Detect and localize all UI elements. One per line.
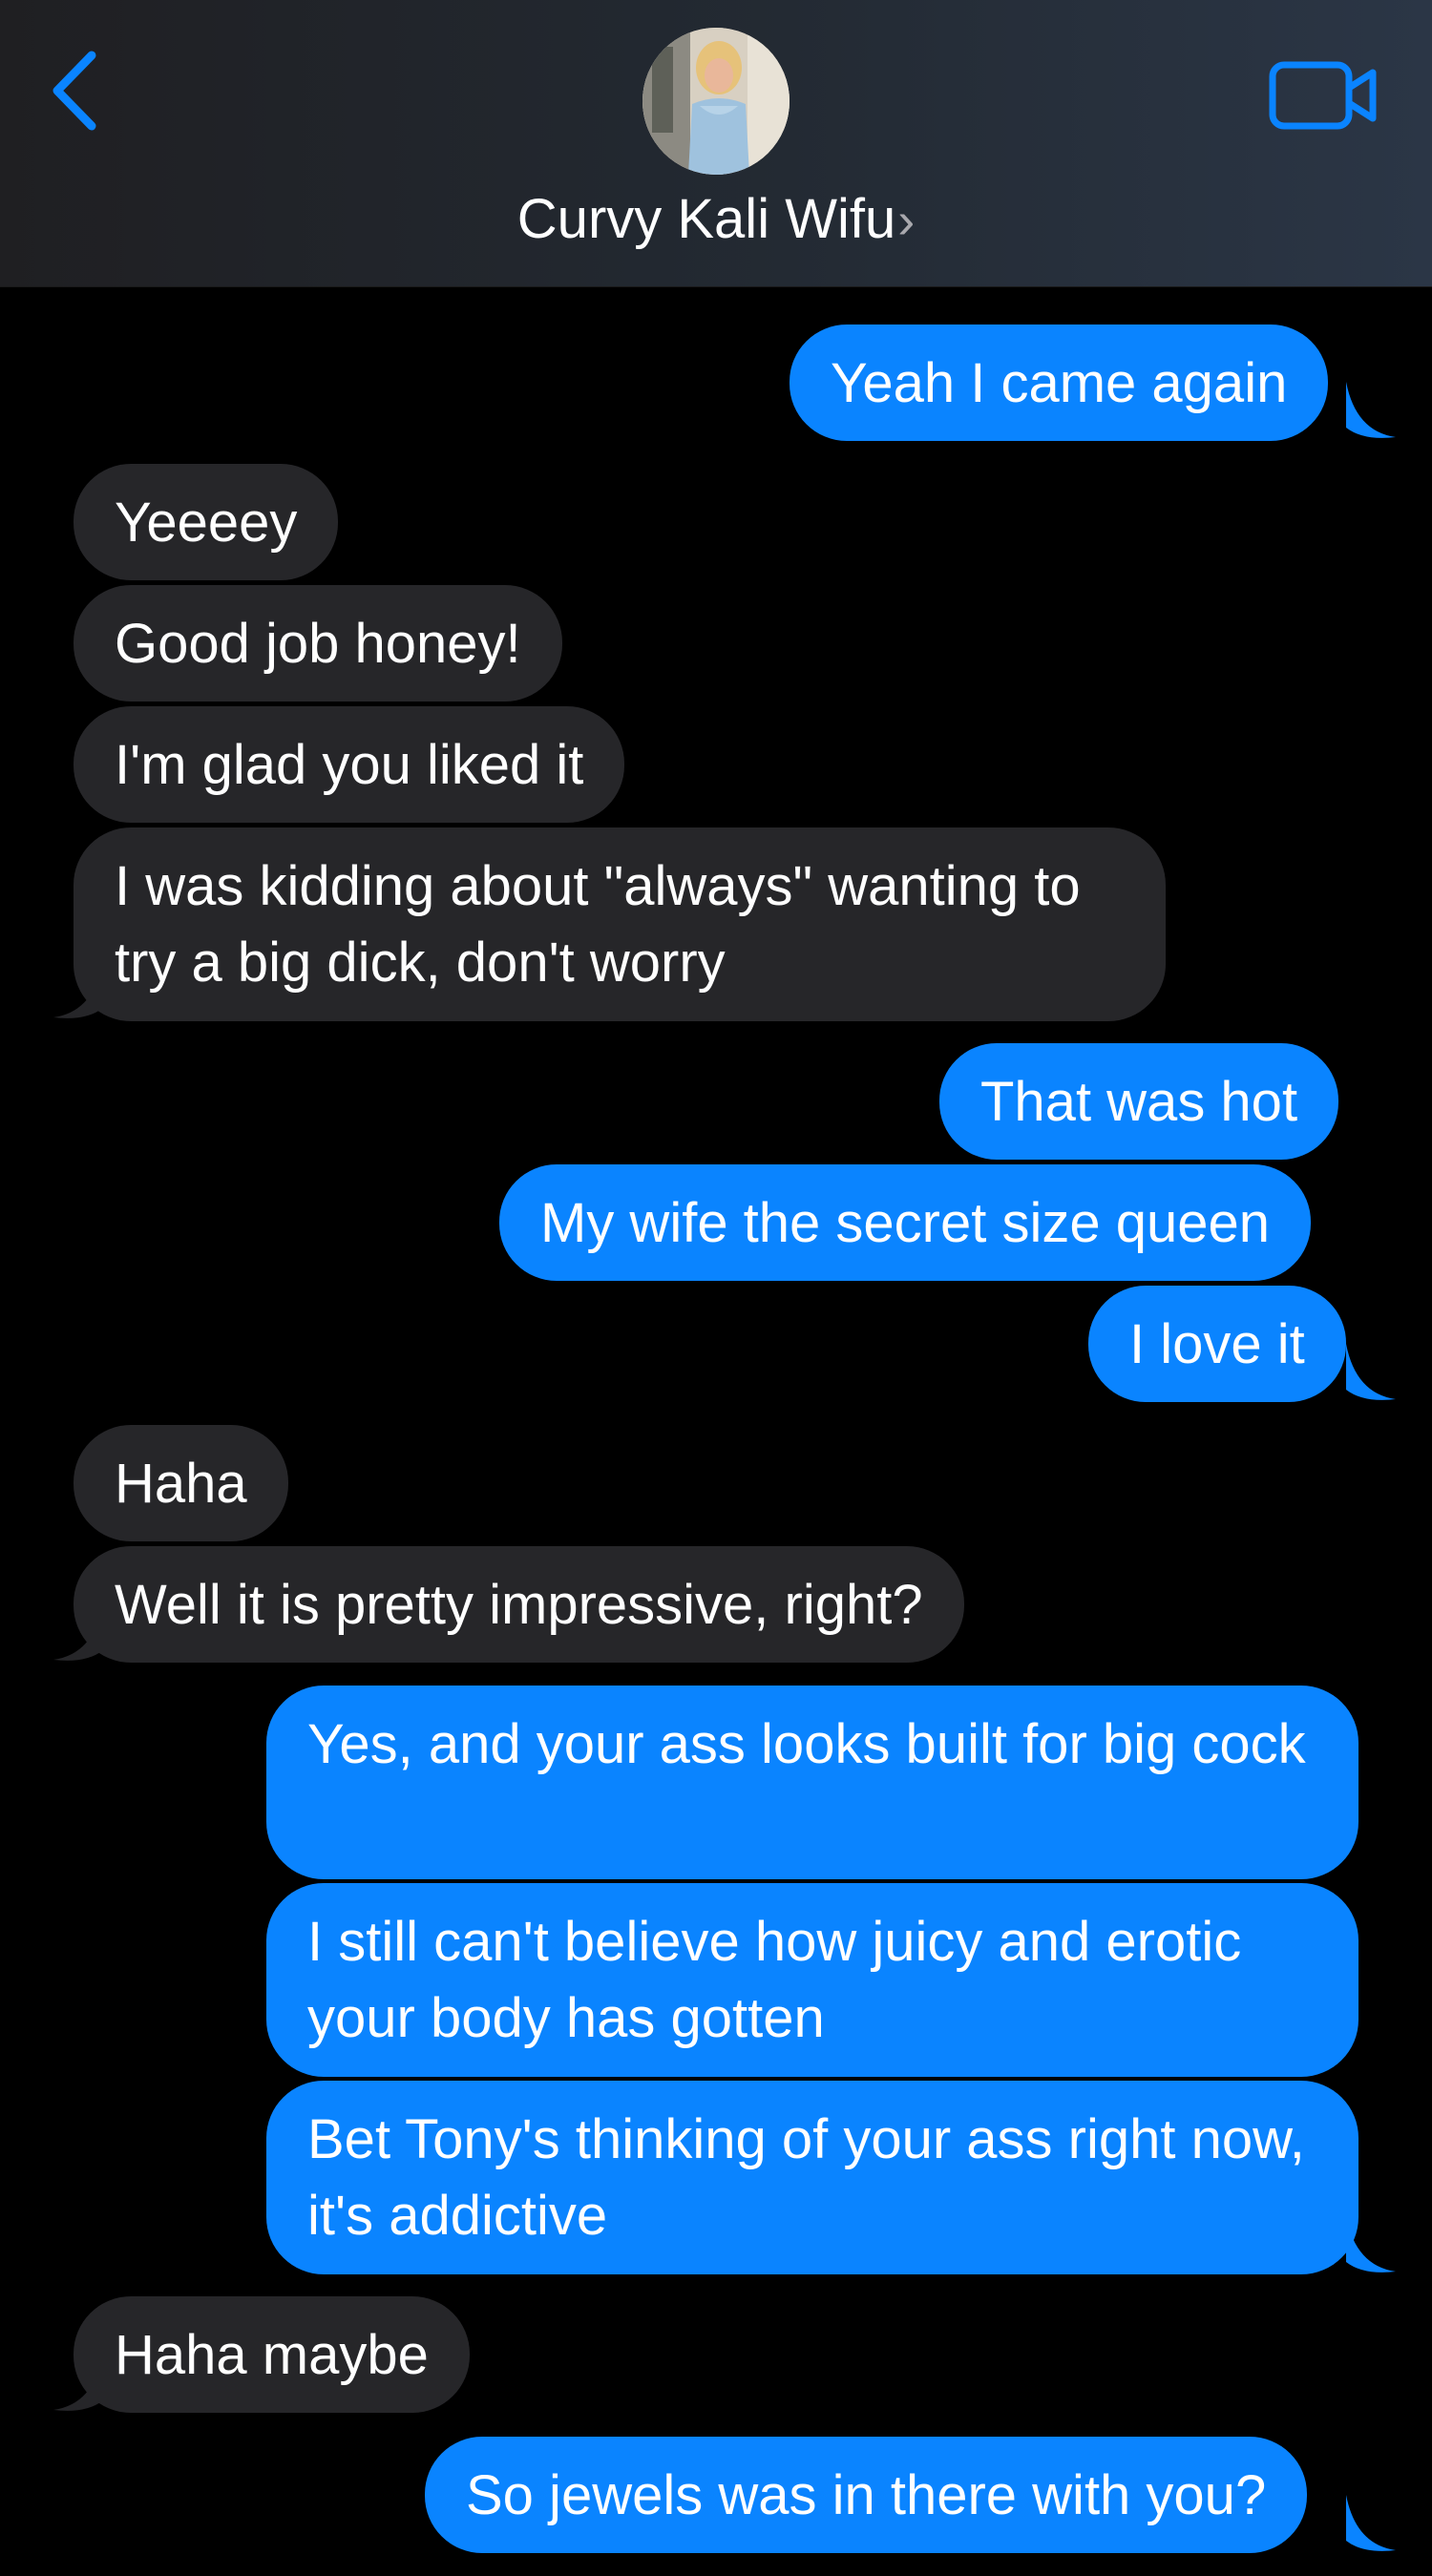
contact-name: Curvy Kali Wifu: [516, 188, 896, 250]
bubble-tail: [53, 962, 103, 1018]
outgoing-message[interactable]: Bet Tony's thinking of your ass right no…: [266, 2081, 1358, 2274]
incoming-message[interactable]: Haha maybe: [74, 2296, 470, 2413]
outgoing-message[interactable]: I love it: [1088, 1286, 1346, 1402]
contact-avatar[interactable]: [642, 28, 790, 175]
outgoing-message[interactable]: Yes, and your ass looks built for big co…: [266, 1686, 1358, 1879]
chevron-left-icon: [53, 51, 96, 131]
outgoing-message[interactable]: So jewels was in there with you?: [425, 2437, 1308, 2553]
back-button[interactable]: [36, 38, 113, 143]
outgoing-message[interactable]: That was hot: [939, 1043, 1339, 1160]
incoming-message[interactable]: I was kidding about "always" wanting to …: [74, 827, 1166, 1021]
outgoing-message[interactable]: I still can't believe how juicy and erot…: [266, 1883, 1358, 2077]
incoming-message[interactable]: Well it is pretty impressive, right?: [74, 1546, 964, 1663]
video-camera-icon: [1269, 61, 1377, 130]
incoming-message[interactable]: Good job honey!: [74, 585, 562, 702]
outgoing-message[interactable]: Yeah I came again: [790, 325, 1329, 441]
contact-name-button[interactable]: Curvy Kali Wifu›: [0, 181, 1432, 259]
incoming-message[interactable]: Yeeeey: [74, 464, 339, 580]
bubble-tail: [1346, 1344, 1396, 1400]
avatar-photo: [642, 28, 790, 175]
bubble-tail: [53, 2355, 103, 2411]
bubble-tail: [1346, 2216, 1396, 2272]
outgoing-message[interactable]: My wife the secret size queen: [499, 1164, 1312, 1281]
bubble-tail: [1346, 2495, 1396, 2551]
bubble-tail: [53, 1604, 103, 1661]
video-call-button[interactable]: [1260, 48, 1384, 143]
bubble-tail: [1346, 382, 1396, 438]
conversation-header: Curvy Kali Wifu›: [0, 0, 1432, 287]
chevron-right-icon: ›: [897, 192, 916, 249]
incoming-message[interactable]: I'm glad you liked it: [74, 706, 625, 823]
incoming-message[interactable]: Haha: [74, 1425, 288, 1541]
